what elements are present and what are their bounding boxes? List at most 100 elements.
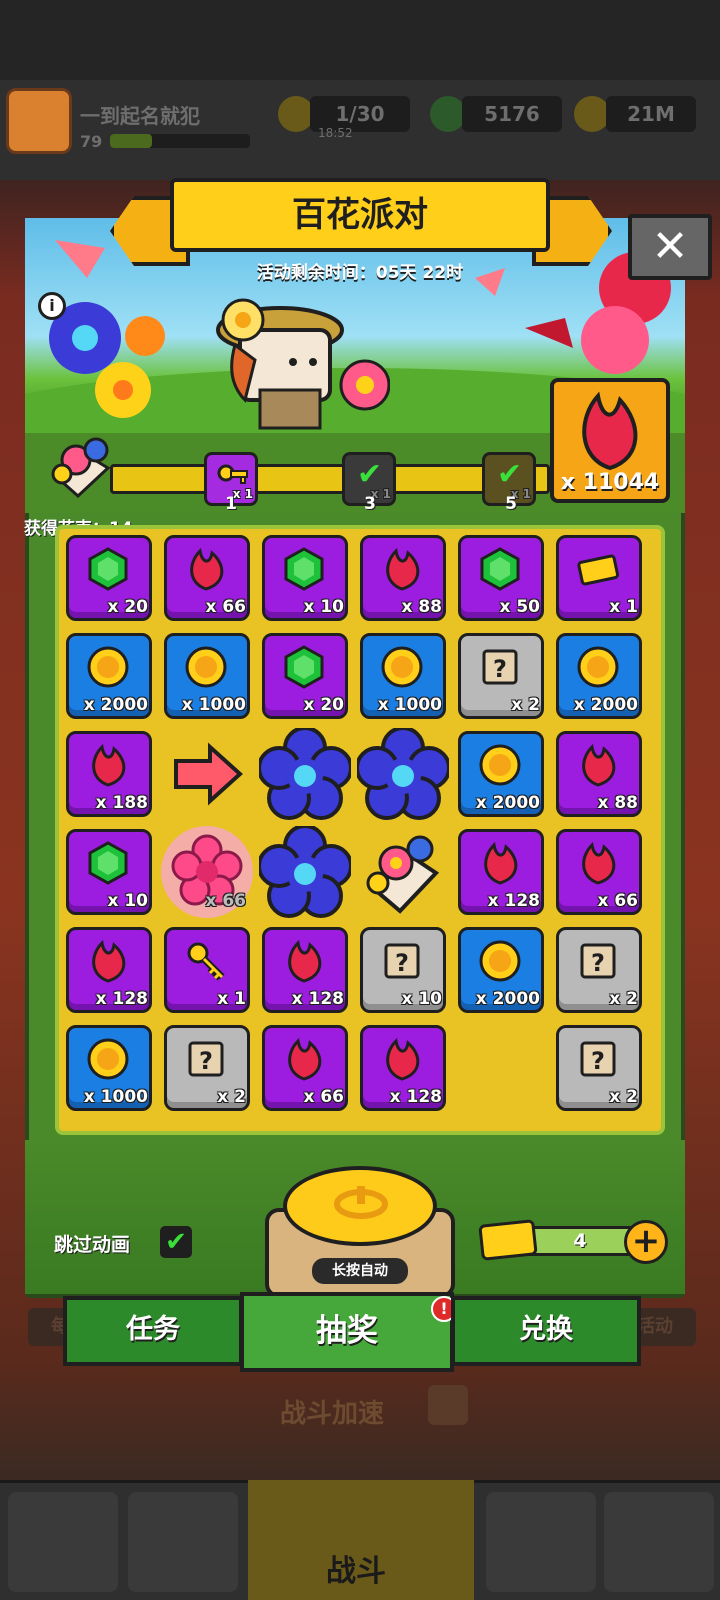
power-icon (334, 1186, 388, 1219)
board-tile-count: x 1 (217, 989, 246, 1009)
milestone-5-label: 5 (505, 494, 517, 514)
energy-icon (278, 96, 314, 132)
mystery-scroll-icon: ? (580, 943, 616, 979)
status-bar (0, 0, 720, 80)
add-ticket-button[interactable]: + (624, 1220, 668, 1264)
coin-icon (87, 646, 129, 688)
board-tile-petal: x 66 (262, 1025, 348, 1111)
board-tile-count: x 66 (205, 597, 246, 617)
tab-exchange[interactable]: 兑换 (451, 1296, 641, 1366)
svg-text:?: ? (591, 949, 605, 977)
mystery-scroll-icon: ? (580, 1041, 616, 1077)
gem-icon (88, 841, 128, 885)
board-tile-scroll: ? x 2 (556, 927, 642, 1013)
board-tile-coin: x 1000 (164, 633, 250, 719)
board-tile-scroll: ? x 10 (360, 927, 446, 1013)
board-tile-coin: x 2000 (458, 927, 544, 1013)
key-icon (187, 942, 225, 981)
petal-count: x 11044 (560, 470, 660, 495)
battle-speed-label: 战斗加速 (280, 1399, 385, 1429)
gold-count: 21M (606, 96, 696, 132)
board-tile-count: x 1000 (83, 1087, 148, 1107)
board-tile-key: x 1 (164, 927, 250, 1013)
board-tile-count: x 88 (597, 793, 638, 813)
hold-auto-label: 长按自动 (312, 1258, 408, 1284)
coin-icon (381, 646, 423, 688)
tab-lottery[interactable]: 抽奖 (240, 1292, 454, 1372)
board-tile-petal: x 128 (66, 927, 152, 1013)
board-tile-count: x 2 (217, 1087, 246, 1107)
tab-tasks[interactable]: 任务 (63, 1296, 243, 1366)
gem-icon (88, 547, 128, 591)
board-tile-count: x 128 (389, 1087, 442, 1107)
petal-icon (190, 547, 224, 591)
blue-flower-icon (259, 826, 351, 918)
board-tile-count: x 1000 (181, 695, 246, 715)
board-tile-gem: x 20 (66, 535, 152, 621)
board-tile-count: x 188 (95, 793, 148, 813)
coin-icon (479, 744, 521, 786)
gem-icon (284, 645, 324, 689)
board-tile-count: x 2000 (475, 793, 540, 813)
blue-flower-icon (357, 728, 449, 820)
board-tile-petal: x 66 (556, 829, 642, 915)
explorer-character (215, 290, 391, 430)
nav-heroes (604, 1492, 714, 1592)
board-tile-count: x 66 (205, 891, 246, 911)
mystery-scroll-icon: ? (384, 943, 420, 979)
petal-icon (484, 841, 518, 885)
draw-button[interactable] (283, 1166, 437, 1246)
petal-icon (582, 841, 616, 885)
board-tile-bouquet (360, 829, 446, 915)
skip-animation-checkbox[interactable]: ✔ (160, 1226, 192, 1258)
close-button[interactable]: ✕ (628, 214, 712, 280)
petal-icon (92, 939, 126, 983)
board-tile-petal: x 128 (360, 1025, 446, 1111)
player-avatar[interactable] (6, 88, 72, 154)
board-tile-gem: x 20 (262, 633, 348, 719)
svg-text:?: ? (199, 1047, 213, 1075)
player-level: 79 (80, 132, 103, 151)
board-tile-petal: x 66 (164, 535, 250, 621)
board-tile-coin: x 1000 (66, 1025, 152, 1111)
ticket-icon (478, 1219, 538, 1261)
nav-skills (486, 1492, 596, 1592)
event-side-label: 活动 (637, 1316, 673, 1337)
coin-icon (479, 940, 521, 982)
board-tile-petal: x 88 (556, 731, 642, 817)
petal-icon (288, 939, 322, 983)
gem-icon[interactable] (430, 96, 466, 132)
board-tile-count: x 10 (303, 597, 344, 617)
bouquet-icon (366, 835, 440, 914)
skip-animation-label: 跳过动画 (54, 1234, 131, 1256)
board-tile-count: x 2 (609, 989, 638, 1009)
battle-speed-toggle (428, 1385, 468, 1425)
board-tile-arrow (164, 731, 250, 817)
board-tile-gem: x 10 (66, 829, 152, 915)
svg-text:?: ? (591, 1047, 605, 1075)
board-tile-count: x 2 (609, 1087, 638, 1107)
info-icon[interactable]: i (38, 292, 66, 320)
board-tile-count: x 2000 (475, 989, 540, 1009)
petal-icon (582, 743, 616, 787)
petal-icon (582, 391, 638, 471)
board-tile-count: x 128 (487, 891, 540, 911)
player-name: 一到起名就犯 (80, 104, 200, 128)
svg-text:?: ? (493, 655, 507, 683)
board-tile-coin: x 1000 (360, 633, 446, 719)
milestone-1-label: 1 (225, 494, 237, 514)
nav-battle-label: 战斗 (326, 1554, 386, 1589)
board-tile-count: x 1 (609, 597, 638, 617)
board-tile-coin: x 2000 (66, 633, 152, 719)
board-tile-petal: x 128 (262, 927, 348, 1013)
gold-icon[interactable] (574, 96, 610, 132)
nav-equipment (128, 1492, 238, 1592)
board-tile-count: x 20 (107, 597, 148, 617)
board-tile-blue-flower (357, 728, 449, 820)
board-tile-count: x 128 (95, 989, 148, 1009)
coin-icon (87, 1038, 129, 1080)
board-tile-count: x 88 (401, 597, 442, 617)
gem-count: 5176 (462, 96, 562, 132)
board-tile-count: x 2000 (83, 695, 148, 715)
board-tile-scroll: ? x 2 (556, 1025, 642, 1111)
